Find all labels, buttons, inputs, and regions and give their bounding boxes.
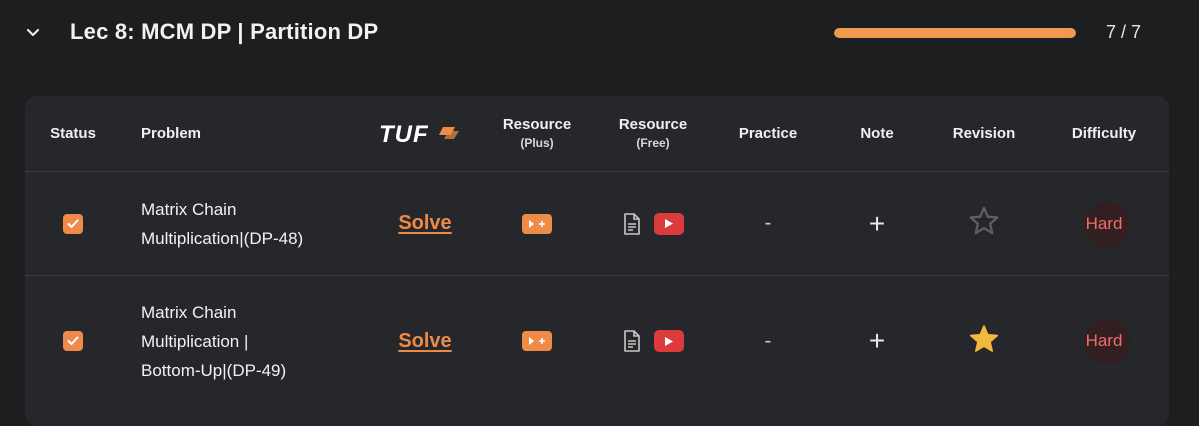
progress-bar [834,28,1076,38]
header-note: Note [860,125,894,142]
problem-line: Matrix Chain [141,199,237,219]
progress-count: 7 / 7 [1106,22,1142,42]
table-row: Matrix Chain Multiplication | Bottom-Up|… [25,276,1169,406]
add-note-button[interactable]: + [869,208,885,240]
problem-line: Multiplication|(DP-48) [141,228,304,248]
document-icon[interactable] [622,212,642,236]
progress-fill [834,28,1076,38]
youtube-icon[interactable] [654,212,684,235]
problem-table: Status Problem TUF Resource (Plus) Resou… [25,96,1169,426]
difficulty-badge: Hard [1083,201,1130,248]
header-revision: Revision [952,125,1016,142]
checkbox-checked-icon[interactable] [63,331,83,351]
header-resource-plus-sub: (Plus) [520,135,554,150]
problem-name[interactable]: Matrix Chain Multiplication | Bottom-Up|… [141,276,371,406]
header-difficulty: Difficulty [1071,125,1137,142]
section-title: Lec 8: MCM DP | Partition DP [70,19,379,44]
problem-name[interactable]: Matrix Chain Multiplication|(DP-48) [141,172,371,275]
video-plus-icon[interactable] [522,213,552,234]
header-resource-free-sub: (Free) [636,135,670,150]
star-filled-icon[interactable] [968,324,1000,359]
header-status: Status [50,125,96,142]
chevron-down-icon[interactable] [24,22,42,44]
solve-link[interactable]: Solve [398,330,451,353]
difficulty-label: Hard [1085,331,1123,350]
section-header[interactable]: Lec 8: MCM DP | Partition DP 7 / 7 [0,0,1199,70]
difficulty-label: Hard [1085,213,1123,233]
header-resource-free: Resource (Free) [603,96,703,171]
problem-line: Bottom-Up|(DP-49) [141,360,287,380]
video-plus-icon[interactable] [522,331,552,351]
problem-line: Matrix Chain [141,302,237,322]
header-problem: Problem [141,125,202,142]
header-resource-free-label: Resource [618,115,688,133]
problem-line: Multiplication | [141,331,249,351]
star-outline-icon[interactable] [968,206,1000,241]
svg-text:TUF: TUF [379,121,429,147]
checkbox-checked-icon[interactable] [63,213,83,234]
add-note-button[interactable]: + [869,325,885,357]
header-resource-plus-label: Resource [502,115,572,133]
practice-value: - [764,212,772,234]
practice-value: - [764,329,772,352]
header-practice: Practice [738,125,798,142]
youtube-icon[interactable] [654,330,684,352]
solve-link[interactable]: Solve [398,212,451,235]
document-icon[interactable] [622,329,642,353]
difficulty-badge: Hard [1083,319,1130,365]
tuf-logo: TUF [375,96,465,171]
header-resource-plus: Resource (Plus) [487,96,587,171]
table-row: Matrix Chain Multiplication|(DP-48) Solv… [25,172,1169,276]
table-header-row: Status Problem TUF Resource (Plus) Resou… [25,96,1169,172]
